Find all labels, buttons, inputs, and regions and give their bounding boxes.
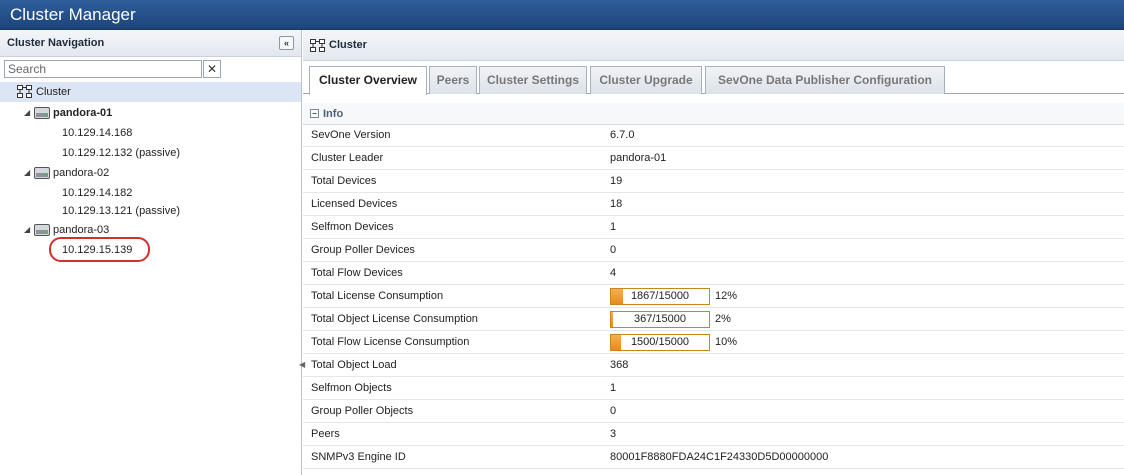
tree-leaf-ip[interactable]: 10.129.13.121 (passive) <box>0 201 301 221</box>
percent-value: 10% <box>715 336 738 348</box>
row-value: 19 <box>610 175 623 187</box>
collapse-toggle-icon[interactable]: − <box>310 109 319 118</box>
tree-node-pandora-03[interactable]: ◢ pandora-03 <box>0 220 301 240</box>
row-value: 18 <box>610 198 623 210</box>
section-title: Info <box>323 108 344 120</box>
ip-address: 10.129.12.132 (passive) <box>62 147 181 159</box>
info-row-group-poller-devices: Group Poller Devices 0 <box>303 239 1124 262</box>
tree-node-label: pandora-02 <box>53 167 110 179</box>
cluster-icon <box>17 85 32 98</box>
info-row-total-license-consumption: Total License Consumption 1867/15000 12% <box>303 285 1124 308</box>
row-value: 0 <box>610 244 617 256</box>
license-progress-bar: 1867/15000 <box>610 288 710 305</box>
row-label: Peers <box>311 428 340 440</box>
tree-leaf-ip[interactable]: 10.129.12.132 (passive) <box>0 143 301 163</box>
flow-license-progress-bar: 1500/15000 <box>610 334 710 351</box>
row-label: Selfmon Devices <box>311 221 394 233</box>
server-icon <box>34 107 50 119</box>
row-label: Total Object License Consumption <box>311 313 478 325</box>
tree-item-label: Cluster <box>36 86 71 98</box>
tree-node-pandora-01[interactable]: ◢ pandora-01 <box>0 103 301 123</box>
app-title: Cluster Manager <box>10 5 136 24</box>
row-label: Selfmon Objects <box>311 382 392 394</box>
info-row-total-flow-license-consumption: Total Flow License Consumption 1500/1500… <box>303 331 1124 354</box>
server-icon <box>34 167 50 179</box>
info-row-cluster-leader: Cluster Leader pandora-01 <box>303 147 1124 170</box>
tab-cluster-upgrade[interactable]: Cluster Upgrade <box>590 66 702 94</box>
search-input[interactable] <box>4 60 202 78</box>
row-value: 4 <box>610 267 617 279</box>
info-row-sevone-version: SevOne Version 6.7.0 <box>303 124 1124 147</box>
cluster-main-panel: Cluster Cluster Overview Peers Cluster S… <box>303 30 1124 475</box>
expand-arrow-icon[interactable]: ◢ <box>24 220 30 240</box>
tree-leaf-ip[interactable]: 10.129.14.168 <box>0 123 301 143</box>
ip-address: 10.129.14.168 <box>62 127 133 139</box>
row-value: 1 <box>610 382 617 394</box>
clear-search-button[interactable]: ✕ <box>203 60 221 78</box>
navigation-search: ✕ <box>4 60 221 78</box>
row-label: Group Poller Devices <box>311 244 415 256</box>
tab-bar: Cluster Overview Peers Cluster Settings … <box>303 63 1124 95</box>
tree-node-label: pandora-01 <box>53 107 113 119</box>
navigation-header: Cluster Navigation « <box>0 30 301 57</box>
info-row-total-flow-devices: Total Flow Devices 4 <box>303 262 1124 285</box>
row-label: SevOne Version <box>311 129 391 141</box>
tree-leaf-ip[interactable]: 10.129.14.182 <box>0 183 301 203</box>
progress-bar-text: 1500/15000 <box>630 336 690 348</box>
info-row-total-devices: Total Devices 19 <box>303 170 1124 193</box>
main-title: Cluster <box>329 39 367 51</box>
tab-data-publisher-configuration[interactable]: SevOne Data Publisher Configuration <box>705 66 945 94</box>
tab-cluster-settings[interactable]: Cluster Settings <box>479 66 587 94</box>
row-label: SNMPv3 Engine ID <box>311 451 406 463</box>
main-header: Cluster <box>303 30 1124 61</box>
cluster-icon <box>310 39 325 52</box>
row-label: Total License Consumption <box>311 290 444 302</box>
info-row-total-object-load: Total Object Load 368 <box>303 354 1124 377</box>
row-value: 368 <box>610 359 629 371</box>
app-title-bar: Cluster Manager <box>0 0 1124 30</box>
server-icon <box>34 224 50 236</box>
tree-item-cluster[interactable]: Cluster <box>0 82 301 102</box>
percent-value: 12% <box>715 290 738 302</box>
row-value: 1 <box>610 221 617 233</box>
percent-value: 2% <box>715 313 731 325</box>
row-value: 6.7.0 <box>610 129 635 141</box>
row-label: Total Flow Devices <box>311 267 403 279</box>
progress-bar-text: 1867/15000 <box>630 290 690 302</box>
tree-leaf-ip[interactable]: 10.129.15.139 <box>0 240 301 260</box>
info-row-snmpv3-engine-id: SNMPv3 Engine ID 80001F8880FDA24C1F24330… <box>303 446 1124 469</box>
object-license-progress-bar: 367/15000 <box>610 311 710 328</box>
info-row-selfmon-objects: Selfmon Objects 1 <box>303 377 1124 400</box>
ip-address: 10.129.14.182 <box>62 187 133 199</box>
navigation-title: Cluster Navigation <box>7 37 105 49</box>
info-row-selfmon-devices: Selfmon Devices 1 <box>303 216 1124 239</box>
info-row-licensed-devices: Licensed Devices 18 <box>303 193 1124 216</box>
row-label: Total Devices <box>311 175 377 187</box>
row-value: 80001F8880FDA24C1F24330D5D00000000 <box>610 451 829 463</box>
row-label: Total Flow License Consumption <box>311 336 470 348</box>
ip-address: 10.129.13.121 (passive) <box>62 205 181 217</box>
row-value: 3 <box>610 428 617 440</box>
info-row-group-poller-objects: Group Poller Objects 0 <box>303 400 1124 423</box>
collapse-panel-button[interactable]: « <box>279 36 294 50</box>
row-value: pandora-01 <box>610 152 667 164</box>
row-label: Licensed Devices <box>311 198 398 210</box>
tab-peers[interactable]: Peers <box>429 66 477 94</box>
row-label: Total Object Load <box>311 359 397 371</box>
info-section-header[interactable]: − Info <box>303 103 1124 125</box>
progress-bar-text: 367/15000 <box>634 313 686 325</box>
row-label: Group Poller Objects <box>311 405 414 417</box>
expand-arrow-icon[interactable]: ◢ <box>24 163 30 183</box>
red-highlight-annotation <box>49 237 150 262</box>
cluster-navigation-panel: Cluster Navigation « ✕ Cluster ◢ <box>0 30 305 475</box>
info-row-peers: Peers 3 <box>303 423 1124 446</box>
info-row-total-object-license-consumption: Total Object License Consumption 367/150… <box>303 308 1124 331</box>
tree-node-pandora-02[interactable]: ◢ pandora-02 <box>0 163 301 183</box>
tab-cluster-overview[interactable]: Cluster Overview <box>309 66 427 95</box>
row-label: Cluster Leader <box>311 152 384 164</box>
row-value: 0 <box>610 405 617 417</box>
expand-arrow-icon[interactable]: ◢ <box>24 103 30 123</box>
